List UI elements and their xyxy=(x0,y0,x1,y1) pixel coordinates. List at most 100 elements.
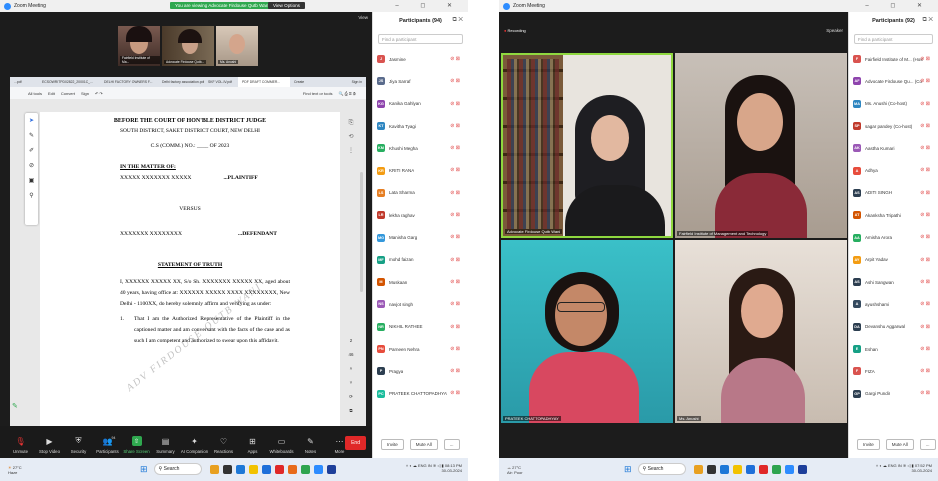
mic-video-muted-icon[interactable]: ⊘ ⊠ xyxy=(920,390,930,396)
browser-tab[interactable]: ECSOWRITPD02822_20001C_... xyxy=(38,77,100,87)
chrome-icon[interactable] xyxy=(771,464,781,474)
participant-row[interactable]: NR NIKHIL RATHEE ⊘ ⊠ xyxy=(373,316,468,338)
participant-row[interactable]: AS ADITI SINGH ⊘ ⊠ xyxy=(849,182,938,204)
store-icon[interactable] xyxy=(745,464,755,474)
pdf-right-tools-icon[interactable]: ⎘ ⟲ ⋮ xyxy=(346,116,356,158)
toolbar-whiteboards-button[interactable]: ▭ Whiteboards xyxy=(267,436,296,455)
view-button[interactable]: View xyxy=(358,15,368,20)
undo-icon[interactable]: ↶ ↷ xyxy=(95,91,103,96)
mic-video-muted-icon[interactable]: ⊘ ⊠ xyxy=(450,279,460,285)
toolbar-participants-button[interactable]: 👥 94 Participants xyxy=(93,436,122,454)
toolbar-apps-button[interactable]: ⊞ Apps xyxy=(238,436,267,455)
participant-row[interactable]: KG Kanika Gahlyan ⊘ ⊠ xyxy=(373,93,468,115)
mic-video-muted-icon[interactable]: ⊘ ⊠ xyxy=(920,324,930,330)
folder-icon[interactable] xyxy=(248,464,258,474)
mute-all-button[interactable]: Mute All xyxy=(409,438,438,450)
mic-video-muted-icon[interactable]: ⊘ ⊠ xyxy=(920,279,930,285)
mic-video-muted-icon[interactable]: ⊘ ⊠ xyxy=(450,234,460,240)
mic-video-muted-icon[interactable]: ⊘ ⊠ xyxy=(450,56,460,62)
participant-row[interactable]: M Muskaan ⊘ ⊠ xyxy=(373,271,468,293)
word-icon[interactable] xyxy=(326,464,336,474)
acrobat-icon[interactable] xyxy=(758,464,768,474)
mic-video-muted-icon[interactable]: ⊘ ⊠ xyxy=(920,101,930,107)
mic-video-muted-icon[interactable]: ⊘ ⊠ xyxy=(450,101,460,107)
app-icon[interactable] xyxy=(706,464,716,474)
draw-tool-icon[interactable]: ✐ xyxy=(25,143,38,158)
file-explorer-icon[interactable] xyxy=(209,464,219,474)
participant-row[interactable]: AA Amisha Arora ⊘ ⊠ xyxy=(849,226,938,248)
toolbar-ai-companion-button[interactable]: ✦ AI Companion xyxy=(180,436,209,455)
participant-row[interactable]: Aayushshami ⊘ ⊠ xyxy=(849,293,938,315)
link-tool-icon[interactable]: ⊘ xyxy=(25,158,38,173)
thumbnail-video[interactable]: Advocate Firdouse Qutb... xyxy=(162,26,214,66)
participant-row[interactable]: KM Khushi Megha ⊘ ⊠ xyxy=(373,137,468,159)
mic-video-muted-icon[interactable]: ⊘ ⊠ xyxy=(450,212,460,218)
windows-start-icon[interactable]: ⊞ xyxy=(140,464,148,475)
video-tile[interactable]: Ms. Anushi xyxy=(675,240,847,423)
mic-video-muted-icon[interactable]: ⊘ ⊠ xyxy=(920,56,930,62)
participant-row[interactable]: E Eshan ⊘ ⊠ xyxy=(849,338,938,360)
participant-row[interactable]: PN Parneen Nehra ⊘ ⊠ xyxy=(373,338,468,360)
thumbnail-video[interactable]: Fairfield Institute of Ma... xyxy=(118,26,160,66)
zoom-icon[interactable] xyxy=(313,464,323,474)
end-meeting-button[interactable]: End xyxy=(345,436,366,450)
participant-row[interactable]: LS Lata Sharma ⊘ ⊠ xyxy=(373,182,468,204)
view-options-button[interactable]: View Options xyxy=(268,2,305,9)
participant-row[interactable]: KR KRITI RANA ⊘ ⊠ xyxy=(373,159,468,181)
chrome-icon[interactable] xyxy=(300,464,310,474)
browser-tab[interactable]: DELHI FACTORY OWNERS F... xyxy=(100,77,158,87)
acrobat-icon[interactable] xyxy=(274,464,284,474)
mic-video-muted-icon[interactable]: ⊘ ⊠ xyxy=(450,190,460,196)
edge-icon[interactable] xyxy=(719,464,729,474)
store-icon[interactable] xyxy=(261,464,271,474)
select-tool-icon[interactable]: ➤ xyxy=(25,113,38,128)
participant-row[interactable]: NS navjot singh ⊘ ⊠ xyxy=(373,293,468,315)
pdf-find[interactable]: Find text or tools xyxy=(303,91,333,96)
toolbar-unmute-button[interactable]: 🎙 Unmute xyxy=(6,436,35,455)
pdf-tool-icons[interactable]: 🔍 ⎙ ✉ ⚙ xyxy=(338,91,356,96)
mic-video-muted-icon[interactable]: ⊘ ⊠ xyxy=(450,390,460,396)
mic-video-muted-icon[interactable]: ⊘ ⊠ xyxy=(920,301,930,307)
participant-row[interactable]: MG Manisha Garg ⊘ ⊠ xyxy=(373,226,468,248)
browser-tab[interactable]: SKF VOL-IV.pdf xyxy=(204,77,238,87)
participant-row[interactable]: J Jasmine ⊘ ⊠ xyxy=(373,48,468,70)
more-options-button[interactable]: ... xyxy=(919,438,936,450)
app-icon[interactable] xyxy=(222,464,232,474)
browser-tab-active[interactable]: PDF DRAFT COMMER... xyxy=(238,77,290,87)
window-controls[interactable]: – ◻ ✕ xyxy=(395,2,462,9)
mic-video-muted-icon[interactable]: ⊘ ⊠ xyxy=(450,346,460,352)
participant-row[interactable]: P Pragya ⊘ ⊠ xyxy=(373,360,468,382)
word-icon[interactable] xyxy=(797,464,807,474)
participant-row[interactable]: MA Ms. Anushi (Co-host) ⊘ ⊠ xyxy=(849,93,938,115)
participant-row[interactable]: F Fairfield Institute of M... (Host, me)⊘… xyxy=(849,48,938,70)
participant-row[interactable]: AK Aastha Kumari ⊘ ⊠ xyxy=(849,137,938,159)
weather-widget[interactable]: ☁ 27°C Air: Poor xyxy=(507,465,523,475)
windows-start-icon[interactable]: ⊞ xyxy=(624,464,632,475)
participant-row[interactable]: A Adhya ⊘ ⊠ xyxy=(849,159,938,181)
mic-video-muted-icon[interactable]: ⊘ ⊠ xyxy=(920,368,930,374)
participant-row[interactable]: AF Advocate Firdouse Qu... (Co-host)⊘ ⊠ xyxy=(849,70,938,92)
participant-search-input[interactable]: Find a participant xyxy=(854,34,933,44)
toolbar-security-button[interactable]: ⛨ Security xyxy=(64,436,93,454)
participant-row[interactable]: MF mohd faizan ⊘ ⊠ xyxy=(373,249,468,271)
toolbar-reactions-button[interactable]: ♡ Reactions xyxy=(209,436,238,455)
zoom-icon[interactable] xyxy=(784,464,794,474)
edge-icon[interactable] xyxy=(235,464,245,474)
mic-video-muted-icon[interactable]: ⊘ ⊠ xyxy=(920,346,930,352)
participant-search-input[interactable]: Find a participant xyxy=(378,34,463,44)
app-icon[interactable] xyxy=(287,464,297,474)
system-tray[interactable]: ˄ ◐ ☁ ENG IN ≋ ◁ ▮ 08:13 PM 30-03-2024 xyxy=(406,463,462,473)
sign-in-button[interactable]: Sign in xyxy=(348,77,366,87)
textbox-tool-icon[interactable]: ▣ xyxy=(25,173,38,188)
mic-video-muted-icon[interactable]: ⊘ ⊠ xyxy=(920,234,930,240)
new-tab-button[interactable]: Create xyxy=(290,77,310,87)
taskbar-search[interactable]: ⚲ Search xyxy=(637,463,686,475)
participant-row[interactable]: DA Devanshu Aggarwal ⊘ ⊠ xyxy=(849,316,938,338)
weather-widget[interactable]: ☀ 27°C Haze xyxy=(8,465,22,475)
mic-video-muted-icon[interactable]: ⊘ ⊠ xyxy=(450,167,460,173)
search-tool-icon[interactable]: ⚲ xyxy=(25,188,38,203)
taskbar-search[interactable]: ⚲ Search xyxy=(153,463,202,475)
mic-video-muted-icon[interactable]: ⊘ ⊠ xyxy=(450,78,460,84)
pdf-menu-sign[interactable]: Sign xyxy=(81,91,89,96)
participant-row[interactable]: JS Jiya Sarraf ⊘ ⊠ xyxy=(373,70,468,92)
